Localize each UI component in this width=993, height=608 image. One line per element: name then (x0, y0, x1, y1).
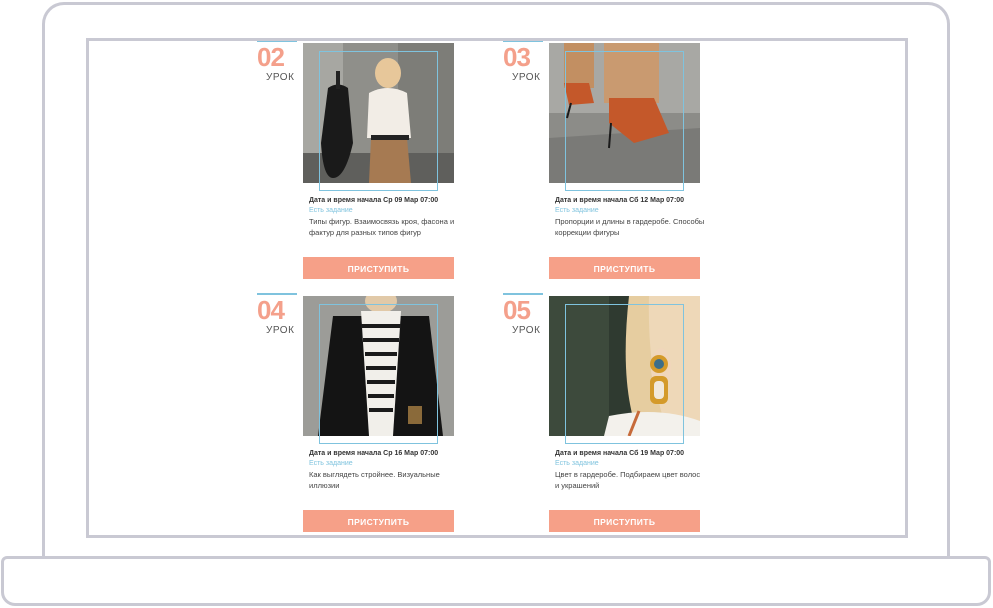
lesson-card-03: 03 УРОК Дата и время начала Сб 12 Мар 07… (503, 41, 833, 293)
start-lesson-button[interactable]: ПРИСТУПИТЬ (549, 257, 700, 279)
lesson-label: УРОК (266, 325, 295, 336)
lesson-date: Дата и время начала Ср 16 Мар 07:00 (309, 450, 439, 457)
start-lesson-button[interactable]: ПРИСТУПИТЬ (303, 257, 454, 279)
lesson-number: 05 (503, 293, 545, 324)
lesson-photo (303, 296, 454, 436)
lesson-photo (549, 296, 700, 436)
laptop-screen: 02 УРОК Дата и время начала Ср 09 Мар 07… (86, 38, 908, 538)
lesson-label: УРОК (512, 72, 541, 83)
lesson-card-05: 05 УРОК Дата и время начала Сб 19 Мар 07… (503, 293, 833, 535)
lesson-description: Как выглядеть стройнее. Визуальные иллюз… (309, 470, 440, 490)
start-lesson-button[interactable]: ПРИСТУПИТЬ (303, 510, 454, 532)
lesson-task-link[interactable]: Есть задание (309, 460, 353, 467)
lesson-number: 02 (257, 41, 299, 71)
lesson-date: Дата и время начала Ср 09 Мар 07:00 (309, 197, 439, 204)
lesson-number: 04 (257, 293, 299, 324)
lesson-task-link[interactable]: Есть задание (309, 207, 353, 214)
lesson-date: Дата и время начала Сб 12 Мар 07:00 (555, 197, 685, 204)
laptop-base (1, 556, 991, 606)
lesson-date: Дата и время начала Сб 19 Мар 07:00 (555, 450, 685, 457)
lesson-task-link[interactable]: Есть задание (555, 460, 599, 467)
lesson-photo (303, 43, 454, 183)
lesson-description: Пропорции и длины в гардеробе. Способы к… (555, 217, 705, 237)
lesson-number: 03 (503, 41, 545, 71)
lesson-task-link[interactable]: Есть задание (555, 207, 599, 214)
lesson-description: Типы фигур. Взаимосвязь кроя, фасона и ф… (309, 217, 455, 237)
lesson-label: УРОК (266, 72, 295, 83)
lesson-description: Цвет в гардеробе. Подбираем цвет волос и… (555, 470, 701, 490)
lesson-label: УРОК (512, 325, 541, 336)
lesson-photo (549, 43, 700, 183)
start-lesson-button[interactable]: ПРИСТУПИТЬ (549, 510, 700, 532)
